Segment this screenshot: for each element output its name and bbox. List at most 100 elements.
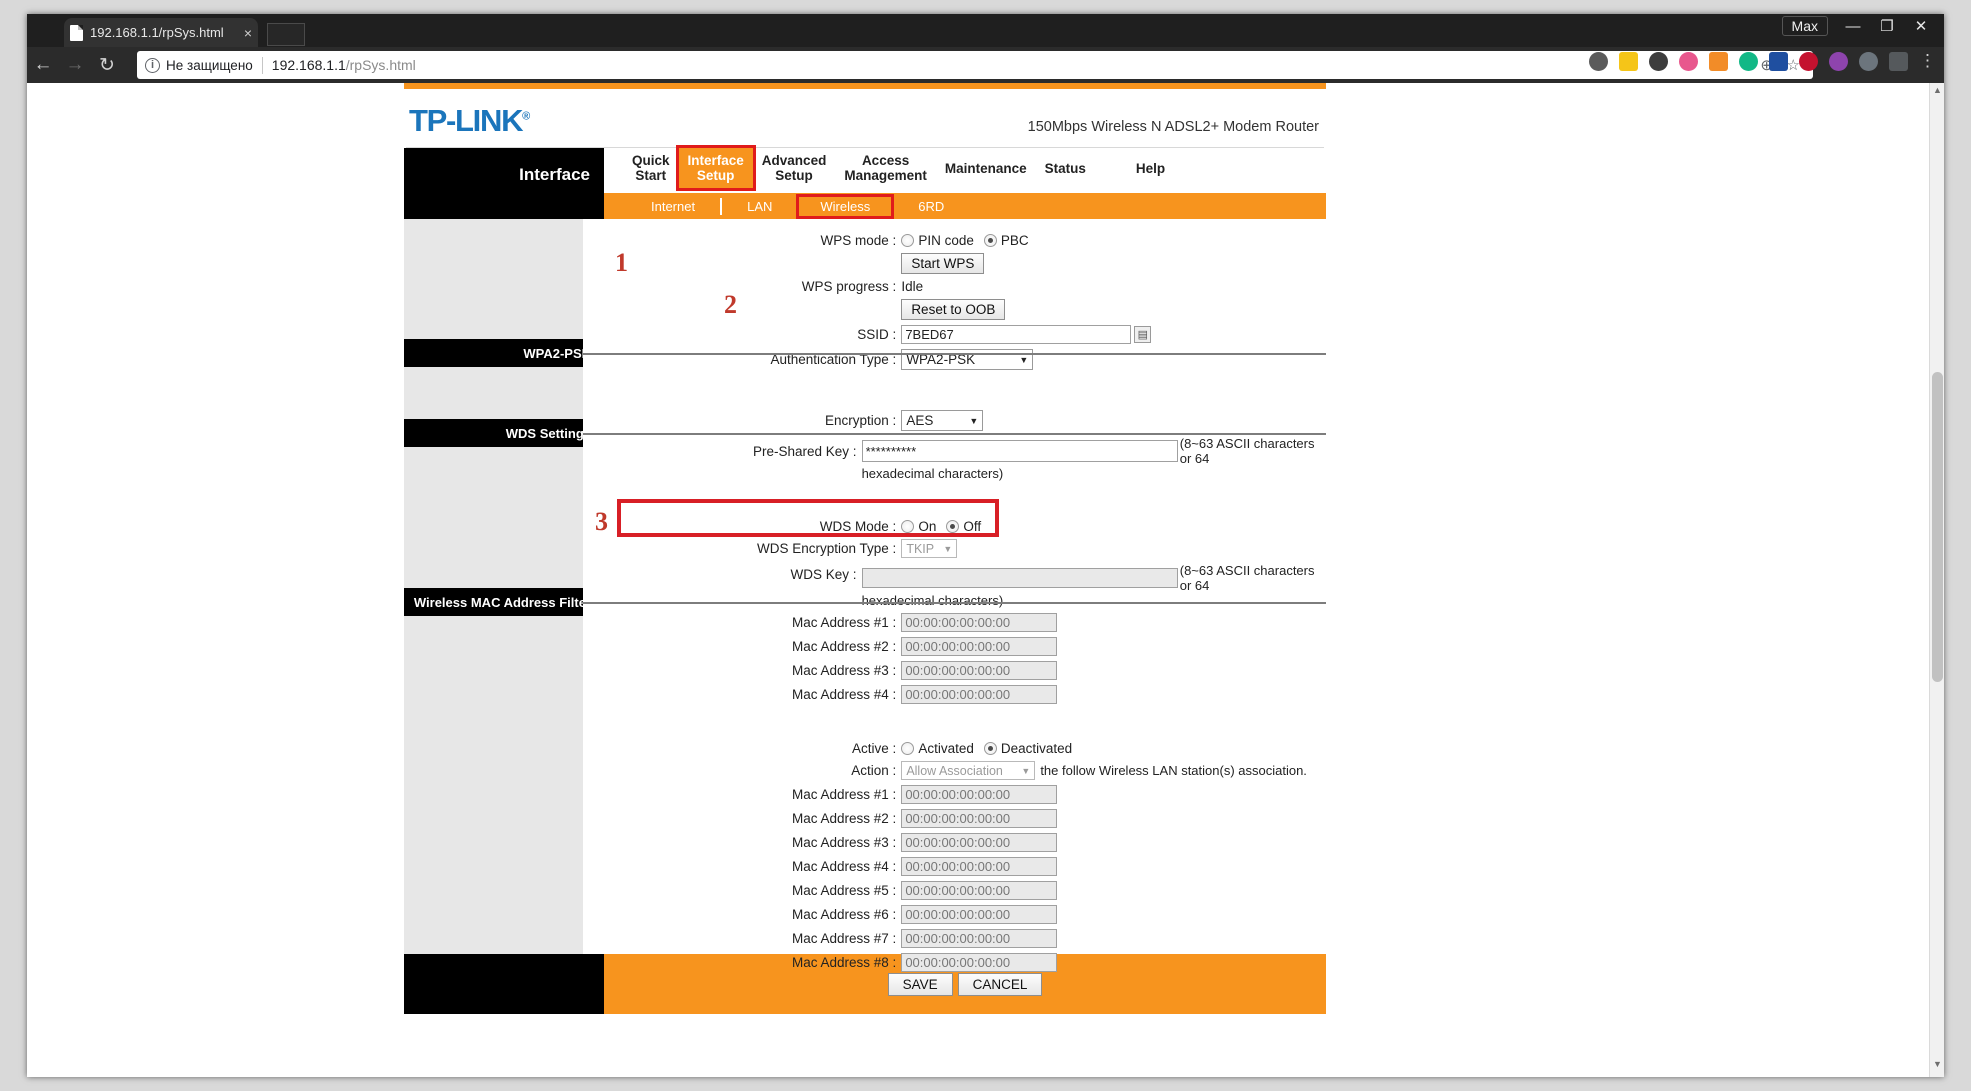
ssid-label: SSID : bbox=[857, 327, 897, 342]
wds-mac-input-4[interactable] bbox=[901, 685, 1058, 704]
filter-mac-row: Mac Address #6 : bbox=[583, 905, 1326, 924]
save-button[interactable]: SAVE bbox=[887, 972, 953, 996]
nav-item-advanced-setup[interactable]: Advanced Setup bbox=[753, 148, 836, 188]
filter-mac-input-7[interactable] bbox=[901, 929, 1058, 948]
wds-key-input[interactable] bbox=[861, 568, 1178, 588]
tab-title: 192.168.1.1/rpSys.html bbox=[90, 25, 224, 40]
window-extension-icon[interactable] bbox=[1889, 51, 1908, 71]
scroll-up-icon[interactable]: ▲ bbox=[1930, 85, 1944, 101]
filter-mac-input-2[interactable] bbox=[901, 809, 1058, 828]
mac-filter-action-suffix: the follow Wireless LAN station(s) assoc… bbox=[1040, 763, 1307, 778]
subnav-item-internet[interactable]: Internet bbox=[626, 197, 720, 216]
wds-mac-row: Mac Address #4 : bbox=[583, 685, 1326, 704]
filter-mac-input-5[interactable] bbox=[901, 881, 1058, 900]
nav-item-maintenance[interactable]: Maintenance bbox=[936, 148, 1036, 181]
site-info-icon[interactable]: i bbox=[145, 57, 160, 73]
mac-filter-deactivated-radio[interactable] bbox=[983, 742, 997, 755]
filter-mac-label-7: Mac Address #7 : bbox=[792, 931, 897, 946]
wds-mac-input-3[interactable] bbox=[901, 661, 1058, 680]
notes-extension-icon[interactable] bbox=[1619, 51, 1638, 71]
wps-progress-row: WPS progress : Idle bbox=[583, 279, 1326, 294]
filter-mac-input-8[interactable] bbox=[901, 953, 1058, 972]
filter-mac-input-1[interactable] bbox=[901, 785, 1058, 804]
pocket-extension-icon[interactable] bbox=[1589, 51, 1608, 71]
wps-progress-label: WPS progress : bbox=[801, 279, 897, 294]
close-window-icon[interactable]: ✕ bbox=[1904, 17, 1938, 35]
minimize-icon[interactable]: — bbox=[1836, 18, 1870, 35]
address-text: 192.168.1.1/rpSys.html bbox=[272, 57, 416, 73]
reset-oob-row: Reset to OOB bbox=[583, 299, 1326, 320]
scroll-down-icon[interactable]: ▼ bbox=[1930, 1059, 1944, 1075]
bag-extension-icon[interactable] bbox=[1709, 51, 1728, 71]
encryption-select[interactable]: AES ▼ bbox=[901, 410, 984, 431]
mac-filter-activated-label: Activated bbox=[918, 741, 974, 756]
nav-item-access-management[interactable]: Access Management bbox=[835, 148, 936, 188]
subnav-item-wireless[interactable]: Wireless bbox=[796, 193, 895, 219]
close-tab-icon[interactable]: × bbox=[244, 25, 252, 41]
wds-mac-label-3: Mac Address #3 : bbox=[792, 663, 897, 678]
wds-key-hint-right: (8~63 ASCII characters or 64 bbox=[1179, 563, 1315, 593]
restore-icon[interactable]: ❐ bbox=[1870, 17, 1904, 35]
wds-encryption-select[interactable]: TKIP ▼ bbox=[901, 539, 958, 558]
max-label[interactable]: Max bbox=[1781, 16, 1828, 36]
filter-mac-input-4[interactable] bbox=[901, 857, 1058, 876]
filter-mac-row: Mac Address #7 : bbox=[583, 929, 1326, 948]
lo-extension-icon[interactable] bbox=[1799, 51, 1818, 71]
wds-encryption-row: WDS Encryption Type : TKIP ▼ bbox=[583, 539, 1326, 558]
reset-oob-cell: Reset to OOB bbox=[901, 299, 1006, 320]
wds-mac-row: Mac Address #2 : bbox=[583, 637, 1326, 656]
ssid-input[interactable] bbox=[901, 325, 1132, 344]
mac-filter-action-row: Action : Allow Association ▼ the follow … bbox=[583, 761, 1326, 780]
start-wps-cell: Start WPS bbox=[901, 253, 985, 274]
cloud-extension-icon[interactable] bbox=[1859, 51, 1878, 71]
extension-icons: ⋮ bbox=[1589, 51, 1936, 71]
browser-tab[interactable]: 192.168.1.1/rpSys.html × bbox=[64, 18, 258, 47]
subnav-item-lan[interactable]: LAN bbox=[722, 197, 797, 216]
forward-icon[interactable]: → bbox=[59, 54, 91, 76]
subnav-item-6rd[interactable]: 6RD bbox=[893, 197, 969, 216]
browser-menu-icon[interactable]: ⋮ bbox=[1919, 51, 1936, 71]
page-scrollbar[interactable]: ▲ ▼ bbox=[1929, 83, 1944, 1077]
reload-icon[interactable]: ↻ bbox=[91, 54, 123, 77]
wps-progress-value: Idle bbox=[901, 279, 924, 294]
mac-filter-active-options: Activated Deactivated bbox=[901, 741, 1072, 756]
address-bar[interactable]: i Не защищено 192.168.1.1/rpSys.html ⊕ ☆ bbox=[137, 51, 1813, 79]
mac-filter-activated-radio[interactable] bbox=[901, 742, 915, 755]
sub-nav-sidebar-block bbox=[404, 193, 604, 219]
wds-mac-input-1[interactable] bbox=[901, 613, 1058, 632]
wpa2psk-section-rule bbox=[583, 353, 1326, 355]
wps-pbc-radio[interactable] bbox=[983, 234, 997, 247]
w-extension-icon[interactable] bbox=[1829, 51, 1848, 71]
pre-shared-key-input[interactable] bbox=[861, 440, 1178, 462]
wps-pin-label: PIN code bbox=[918, 233, 974, 248]
mac-filter-active-label: Active : bbox=[852, 741, 897, 756]
mac-filter-section-rule bbox=[583, 602, 1326, 604]
chevron-down-icon: ▼ bbox=[1019, 354, 1029, 365]
annotation-number-1: 1 bbox=[615, 248, 628, 277]
nav-item-interface-setup[interactable]: Interface Setup bbox=[675, 145, 756, 191]
paw-extension-icon[interactable] bbox=[1649, 51, 1668, 71]
encryption-cell: AES ▼ bbox=[901, 410, 984, 431]
browser-tab-strip: 192.168.1.1/rpSys.html × Max — ❐ ✕ bbox=[27, 14, 1944, 47]
reset-to-oob-button[interactable]: Reset to OOB bbox=[901, 299, 1006, 320]
glasses-extension-icon[interactable] bbox=[1679, 51, 1698, 71]
filter-mac-row: Mac Address #2 : bbox=[583, 809, 1326, 828]
grammarly-extension-icon[interactable] bbox=[1739, 51, 1758, 71]
ssid-picker-icon[interactable]: ▤ bbox=[1134, 326, 1152, 343]
cancel-button[interactable]: CANCEL bbox=[957, 972, 1043, 996]
mac-filter-action-value: Allow Association bbox=[906, 763, 1003, 778]
filter-mac-input-3[interactable] bbox=[901, 833, 1058, 852]
mac-filter-action-select[interactable]: Allow Association ▼ bbox=[901, 761, 1036, 780]
nav-item-quick-start[interactable]: Quick Start bbox=[623, 148, 679, 188]
new-tab-button[interactable] bbox=[267, 23, 305, 46]
new-extension-icon[interactable] bbox=[1769, 51, 1788, 71]
start-wps-button[interactable]: Start WPS bbox=[901, 253, 985, 274]
wds-mac-input-2[interactable] bbox=[901, 637, 1058, 656]
scrollbar-thumb[interactable] bbox=[1932, 372, 1943, 682]
nav-item-status[interactable]: Status bbox=[1036, 148, 1095, 181]
wps-pin-radio[interactable] bbox=[901, 234, 915, 247]
filter-mac-input-6[interactable] bbox=[901, 905, 1058, 924]
pre-shared-key-row: Pre-Shared Key : (8~63 ASCII characters … bbox=[583, 436, 1326, 481]
back-icon[interactable]: ← bbox=[27, 54, 59, 76]
nav-item-help[interactable]: Help bbox=[1127, 148, 1174, 181]
